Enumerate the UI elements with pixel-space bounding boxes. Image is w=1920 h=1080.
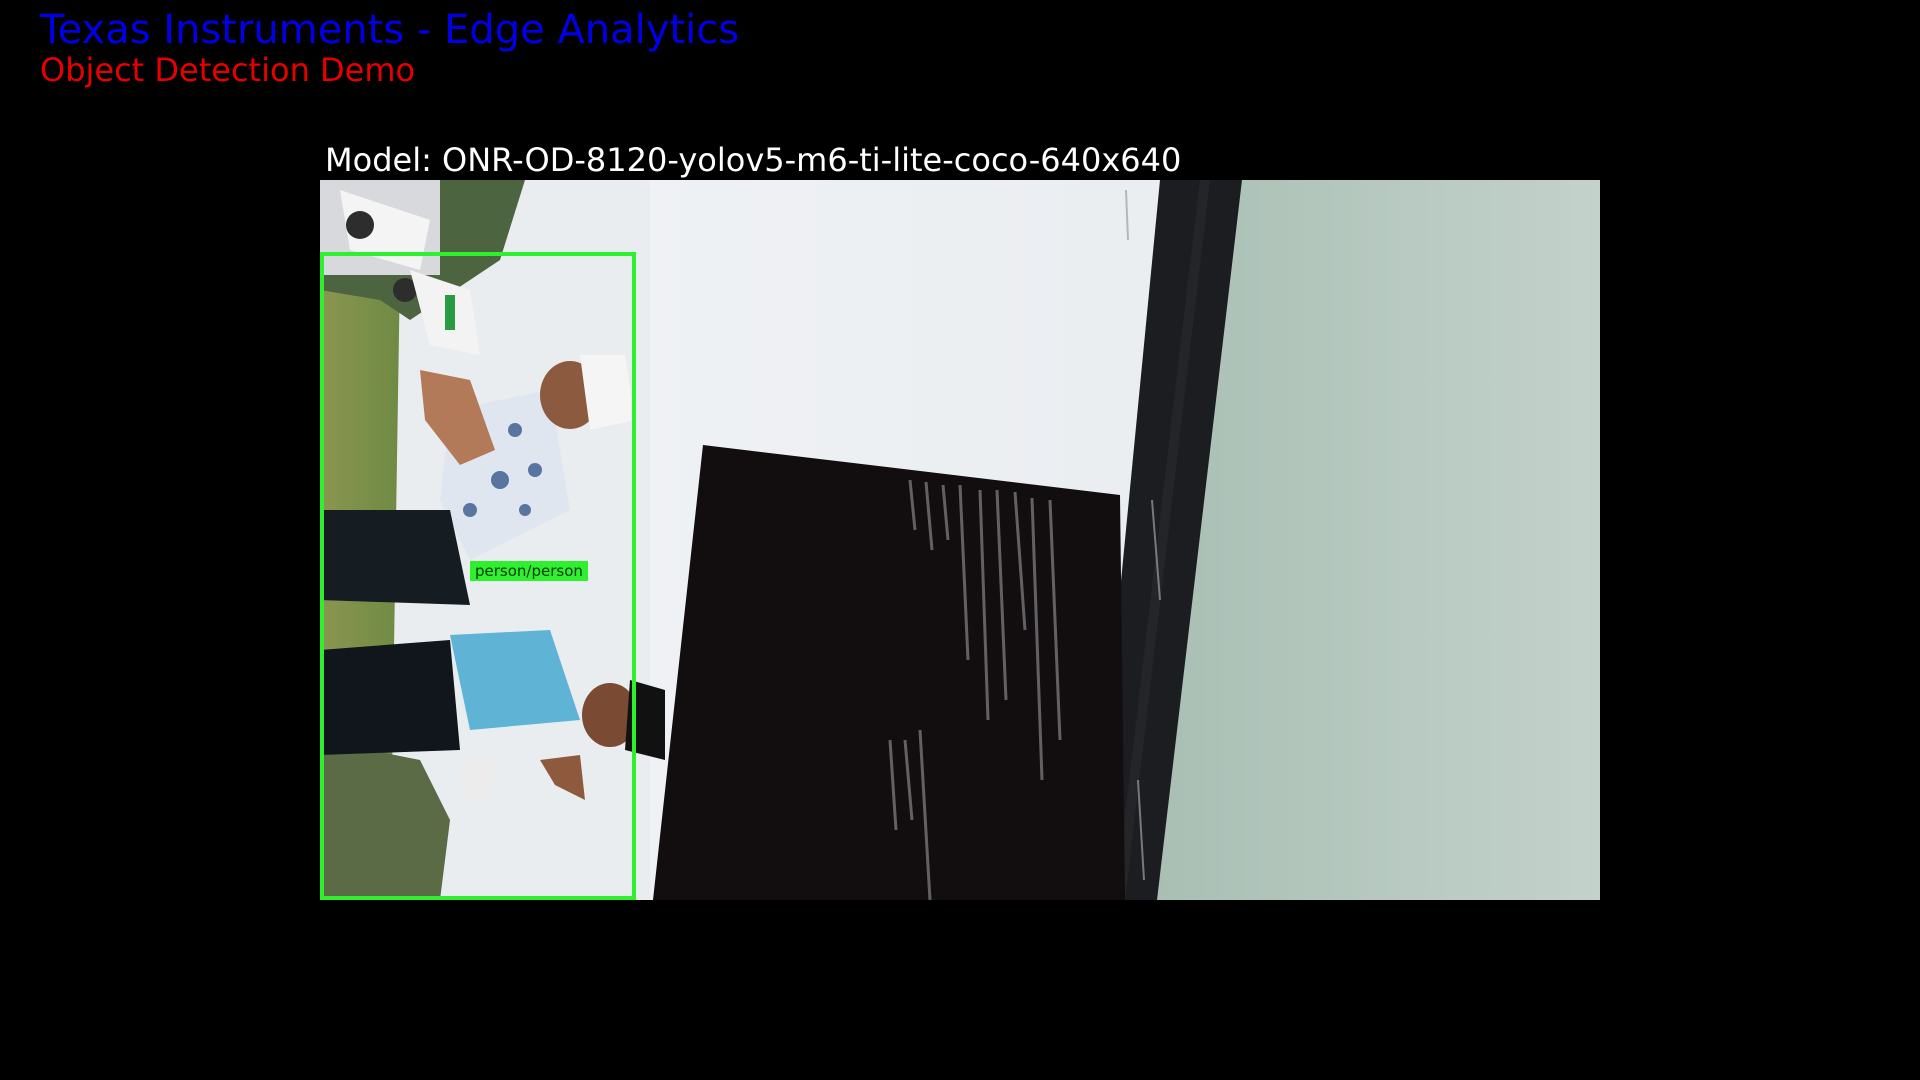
- demo-subtitle: Object Detection Demo: [40, 51, 416, 89]
- camera-feed: person/person: [320, 180, 1600, 900]
- app-title: Texas Instruments - Edge Analytics: [40, 7, 740, 53]
- demo-screen: Texas Instruments - Edge Analytics Objec…: [0, 0, 1920, 1080]
- model-label: Model: ONR-OD-8120-yolov5-m6-ti-lite-coc…: [325, 141, 1182, 179]
- detection-label-person: person/person: [470, 561, 588, 581]
